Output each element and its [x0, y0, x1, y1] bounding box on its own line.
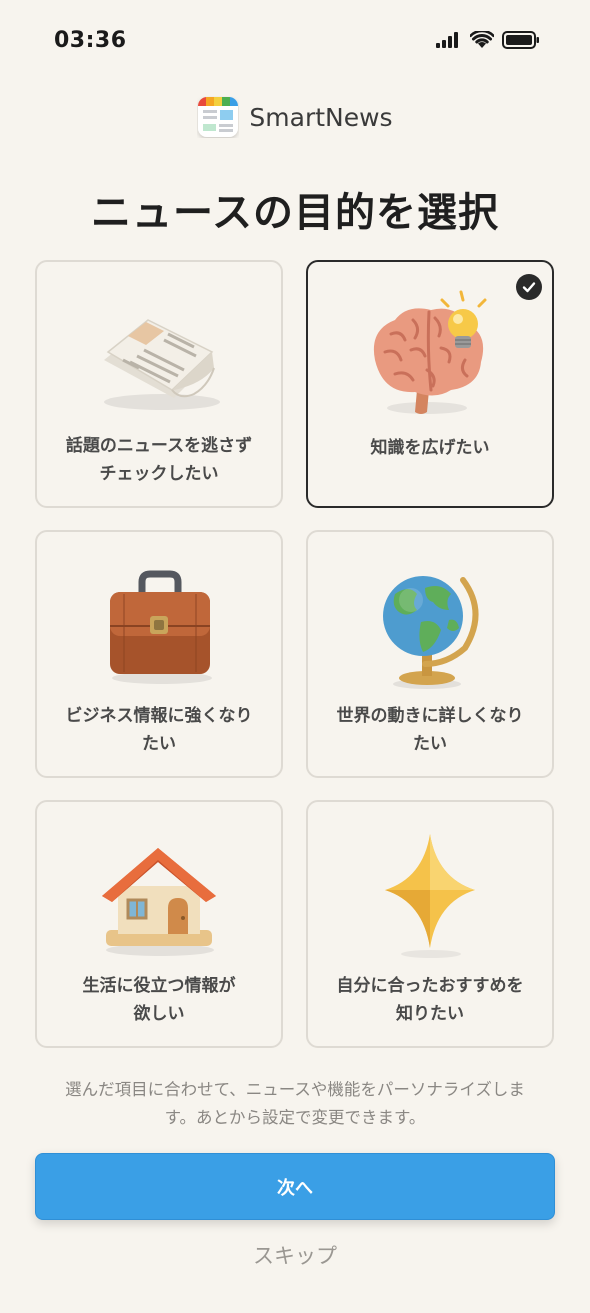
- skip-button[interactable]: スキップ: [0, 1240, 590, 1270]
- status-time: 03:36: [54, 28, 127, 53]
- option-label: 知識を広げたい: [370, 438, 490, 458]
- option-card-trending-news[interactable]: 話題のニュースを逃さず チェックしたい: [35, 260, 283, 508]
- brand-header: SmartNews: [0, 94, 590, 140]
- option-card-recommendations[interactable]: 自分に合ったおすすめを 知りたい: [306, 800, 554, 1048]
- status-bar: 03:36: [0, 0, 590, 84]
- personalization-note: 選んだ項目に合わせて、ニュースや機能をパーソナライズしま す。あとから設定で変更…: [65, 1080, 525, 1127]
- option-card-business-info[interactable]: ビジネス情報に強くなり たい: [35, 530, 283, 778]
- brand-name: SmartNews: [249, 102, 393, 132]
- battery-icon: [502, 31, 539, 49]
- option-card-lifestyle-info[interactable]: 生活に役立つ情報が 欲しい: [35, 800, 283, 1048]
- option-label: 世界の動きに詳しくなり たい: [336, 706, 524, 754]
- option-label: ビジネス情報に強くなり たい: [65, 706, 253, 754]
- option-card-world-news[interactable]: 世界の動きに詳しくなり たい: [306, 530, 554, 778]
- signal-icon: [436, 32, 458, 48]
- briefcase-icon: [110, 570, 212, 684]
- sparkle-icon: [385, 834, 475, 958]
- globe-icon: [383, 576, 479, 689]
- newspaper-icon: [104, 319, 220, 410]
- status-icons: [436, 31, 540, 49]
- smartnews-logo-icon: [198, 97, 239, 137]
- option-label: 自分に合ったおすすめを 知りたい: [336, 976, 524, 1024]
- page-title: ニュースの目的を選択: [91, 190, 499, 236]
- option-card-expand-knowledge[interactable]: 知識を広げたい: [306, 260, 554, 508]
- selected-check-icon: [516, 274, 542, 300]
- house-icon: [102, 848, 216, 956]
- option-label: 話題のニュースを逃さず チェックしたい: [65, 436, 253, 484]
- next-button[interactable]: 次へ: [35, 1153, 555, 1220]
- brain-lightbulb-icon: [373, 290, 487, 414]
- wifi-icon: [470, 31, 494, 48]
- option-label: 生活に役立つ情報が 欲しい: [82, 976, 236, 1024]
